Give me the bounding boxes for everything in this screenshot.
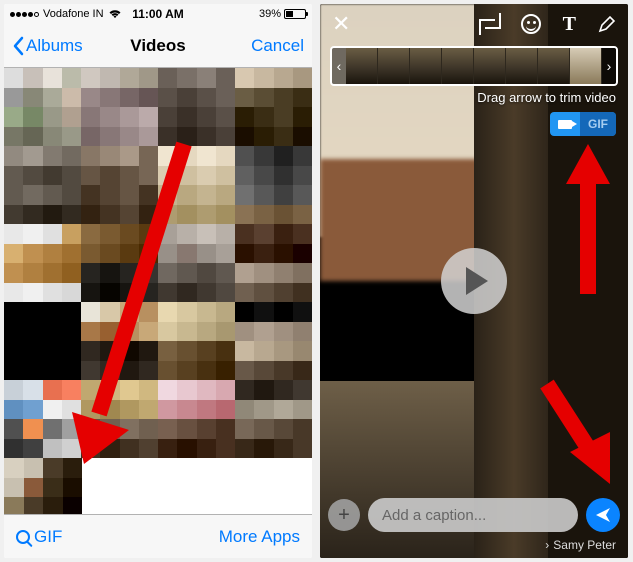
emoji-icon[interactable] — [521, 14, 541, 34]
picker-bottom-bar: GIF More Apps — [4, 514, 312, 558]
carrier-label: Vodafone IN — [43, 8, 104, 20]
video-thumb[interactable] — [158, 380, 235, 458]
gif-search-button[interactable]: GIF — [16, 527, 62, 547]
video-thumb[interactable] — [158, 146, 235, 224]
trim-frames[interactable] — [346, 48, 602, 84]
crop-icon[interactable] — [481, 15, 499, 33]
phone-picker-screen: Vodafone IN 11:00 AM 39% Albums Videos C… — [4, 4, 312, 558]
back-label: Albums — [26, 36, 83, 56]
video-thumb[interactable] — [81, 224, 158, 302]
chevron-left-icon — [12, 36, 24, 56]
status-bar: Vodafone IN 11:00 AM 39% — [4, 4, 312, 24]
toggle-gif-side[interactable]: GIF — [580, 112, 616, 136]
video-thumb[interactable] — [81, 68, 158, 146]
video-thumb[interactable] — [158, 224, 235, 302]
wifi-icon — [108, 9, 122, 19]
video-thumb[interactable] — [235, 302, 312, 380]
trim-handle-left[interactable]: ‹ — [332, 48, 346, 84]
video-thumb[interactable] — [235, 68, 312, 146]
video-thumb[interactable] — [81, 380, 158, 458]
nav-bar: Albums Videos Cancel — [4, 24, 312, 68]
trim-strip[interactable]: ‹ › — [330, 46, 618, 86]
close-icon[interactable]: ✕ — [332, 11, 350, 37]
draw-icon[interactable] — [598, 15, 616, 33]
video-thumb[interactable] — [4, 146, 81, 224]
camera-icon — [558, 120, 572, 129]
more-apps-button[interactable]: More Apps — [219, 527, 300, 547]
text-icon[interactable]: T — [563, 13, 576, 36]
video-thumb[interactable] — [4, 380, 81, 458]
video-thumb[interactable] — [4, 302, 81, 380]
status-right: 39% — [259, 8, 306, 20]
video-thumb[interactable] — [235, 380, 312, 458]
caption-bar: + Add a caption... — [328, 498, 620, 532]
video-thumb[interactable] — [4, 224, 81, 302]
cancel-button[interactable]: Cancel — [251, 36, 304, 56]
gif-label: GIF — [34, 527, 62, 547]
search-icon — [16, 530, 30, 544]
status-left: Vodafone IN — [10, 8, 122, 20]
nav-title: Videos — [130, 36, 185, 56]
editor-toolbar: ✕ T — [320, 4, 628, 44]
send-icon — [594, 506, 612, 524]
video-thumb[interactable] — [81, 146, 158, 224]
trim-handle-right[interactable]: › — [602, 48, 616, 84]
clock: 11:00 AM — [132, 7, 184, 21]
video-thumb[interactable] — [4, 68, 81, 146]
video-grid[interactable]: 0:05 — [4, 68, 312, 536]
signal-strength-icon — [10, 12, 39, 17]
toggle-video-side[interactable] — [550, 120, 580, 129]
video-thumb[interactable] — [158, 68, 235, 146]
video-thumb[interactable] — [235, 224, 312, 302]
caption-input[interactable]: Add a caption... — [368, 498, 578, 532]
battery-pct: 39% — [259, 8, 281, 20]
video-gif-toggle[interactable]: GIF — [550, 112, 616, 136]
chevron-right-icon: › — [545, 538, 549, 552]
play-button[interactable] — [441, 248, 507, 314]
battery-icon — [284, 9, 306, 19]
send-button[interactable] — [586, 498, 620, 532]
recipient-name: Samy Peter — [553, 538, 616, 552]
video-thumb[interactable] — [81, 302, 158, 380]
add-media-button[interactable]: + — [328, 499, 360, 531]
video-thumb[interactable] — [235, 146, 312, 224]
phone-editor-screen: ✕ T ‹ › Drag arrow to trim video GIF + A… — [320, 4, 628, 558]
video-thumb[interactable] — [158, 302, 235, 380]
recipient-row[interactable]: › Samy Peter — [545, 538, 616, 552]
back-button[interactable]: Albums — [12, 36, 83, 56]
trim-hint: Drag arrow to trim video — [477, 90, 616, 105]
